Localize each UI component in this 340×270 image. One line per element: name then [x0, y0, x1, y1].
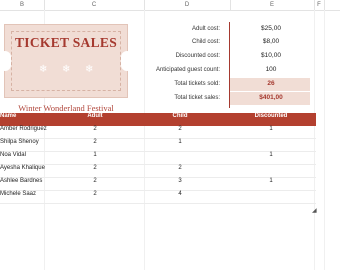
column-header-b[interactable]: B	[0, 0, 44, 10]
cell-adult[interactable]: 2	[70, 165, 120, 177]
guest-count-cell[interactable]: 100	[232, 66, 310, 73]
total-sales-label: Total ticket sales:	[174, 95, 220, 101]
table-row: Michele Saaz 2 4	[0, 191, 316, 204]
discounted-cost-cell[interactable]: $10,00	[232, 52, 310, 59]
cell-child[interactable]: 2	[155, 126, 205, 138]
snowflake-icon: ❄	[85, 64, 94, 75]
cell-discounted[interactable]	[246, 139, 296, 151]
table-row: Ashlee Bardnes 2 3 1	[0, 178, 316, 191]
column-header-c[interactable]: C	[44, 0, 144, 10]
cell-adult[interactable]: 1	[70, 152, 120, 164]
child-cost-cell[interactable]: $8,00	[232, 38, 310, 45]
cell-name[interactable]: Michele Saaz	[0, 191, 70, 203]
cell-child[interactable]: 1	[155, 139, 205, 151]
header-discounted[interactable]: Discounted	[246, 113, 296, 126]
cell-name[interactable]: Shilpa Shenoy	[0, 139, 70, 151]
cell-child[interactable]: 2	[155, 165, 205, 177]
cell-discounted[interactable]	[246, 191, 296, 203]
guest-count-label: Anticipated guest count:	[155, 67, 220, 73]
total-tickets-cell[interactable]: 26	[232, 80, 310, 87]
header-child[interactable]: Child	[155, 113, 205, 126]
header-adult[interactable]: Adult	[70, 113, 120, 126]
cell-adult[interactable]: 2	[70, 191, 120, 203]
header-name[interactable]: Name	[0, 113, 70, 126]
cell-child[interactable]	[155, 152, 205, 164]
table-row: Amber Rodriguez 2 2 1	[0, 126, 316, 139]
column-separator	[324, 0, 325, 10]
discounted-cost-label: Discounted cost:	[175, 53, 220, 59]
cell-name[interactable]: Amber Rodriguez	[0, 126, 70, 138]
cell-discounted[interactable]: 1	[246, 178, 296, 190]
cell-name[interactable]: Noa Vidal	[0, 152, 70, 164]
table-row: Shilpa Shenoy 2 1	[0, 139, 316, 152]
cell-child[interactable]: 4	[155, 191, 205, 203]
ticket-title: TICKET SALES	[14, 35, 118, 50]
table-row: Noa Vidal 1 1	[0, 152, 316, 165]
grid-line	[324, 10, 325, 270]
table-row: Ayesha Khalique 2 2	[0, 165, 316, 178]
column-header-e[interactable]: E	[230, 0, 314, 10]
column-header-bar: B C D E F	[0, 0, 340, 11]
snowflake-icon: ❄	[62, 64, 71, 75]
total-sales-cell[interactable]: $401,00	[232, 94, 310, 101]
cell-child[interactable]: 3	[155, 178, 205, 190]
column-header-d[interactable]: D	[144, 0, 230, 10]
adult-cost-label: Adult cost:	[191, 26, 220, 32]
cell-name[interactable]: Ashlee Bardnes	[0, 178, 70, 190]
total-tickets-label: Total tickets sold:	[174, 81, 220, 87]
cell-discounted[interactable]	[246, 165, 296, 177]
snowflake-icon: ❄	[39, 64, 48, 75]
cell-name[interactable]: Ayesha Khalique	[0, 165, 70, 177]
cell-discounted[interactable]: 1	[246, 152, 296, 164]
ticket-subtitle: Winter Wonderland Festival	[18, 103, 114, 113]
table-resize-handle[interactable]: ◢	[312, 207, 317, 214]
cell-discounted[interactable]: 1	[246, 126, 296, 138]
table-header-row: Name Adult Child Discounted	[0, 113, 316, 126]
ticket-banner: TICKET SALES ❄ ❄ ❄ Winter Wonderland Fes…	[0, 24, 133, 113]
cell-adult[interactable]: 2	[70, 139, 120, 151]
cell-adult[interactable]: 2	[70, 178, 120, 190]
column-header-f[interactable]: F	[314, 0, 324, 10]
cell-adult[interactable]: 2	[70, 126, 120, 138]
child-cost-label: Child cost:	[191, 39, 220, 45]
adult-cost-cell[interactable]: $25,00	[232, 25, 310, 32]
